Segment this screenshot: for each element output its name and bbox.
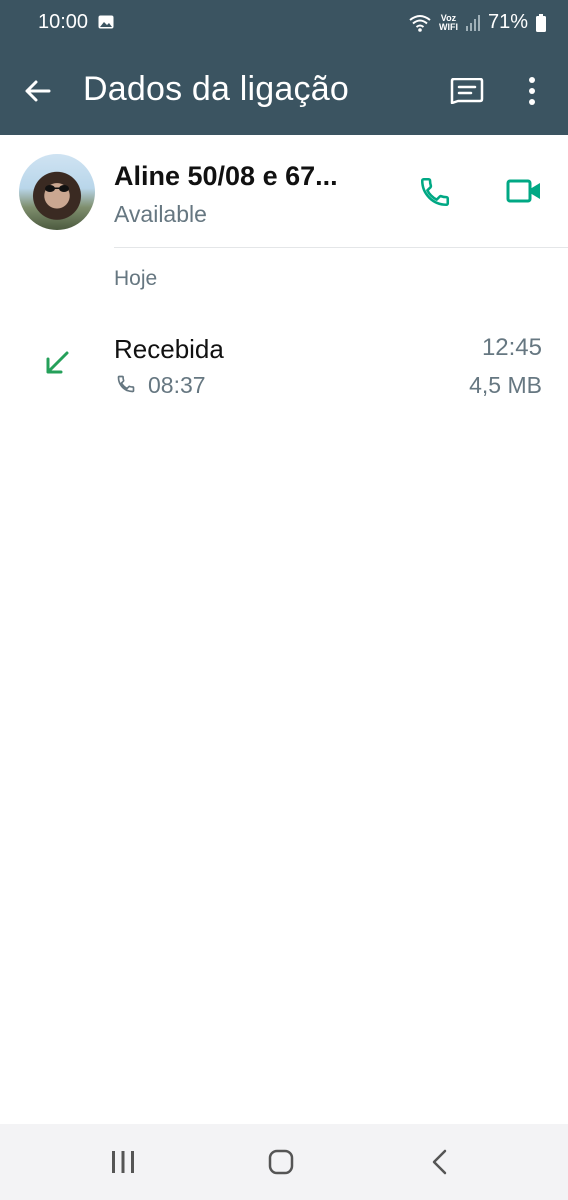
home-icon[interactable] [268,1149,294,1175]
volte-indicator: Voz WIFI [438,13,458,32]
app-bar: Dados da ligação [0,46,568,135]
signal-icon [465,14,480,31]
contact-name: Aline 50/08 e 67... [114,161,338,191]
status-time: 10:00 [38,11,89,33]
call-duration: 08:37 [148,372,206,398]
phone-small-icon [117,375,135,393]
volte-wifi: WIFI [438,21,458,32]
call-data-size: 4,5 MB [469,372,542,398]
status-right: Voz WIFI 71% [409,11,546,34]
avatar-photo-detail [45,185,69,192]
wifi-icon [409,14,431,32]
phone-icon[interactable] [418,175,452,209]
section-header-today: Hoje [114,267,158,290]
call-time: 12:45 [481,334,542,361]
back-icon[interactable] [430,1149,450,1175]
call-log-entry: Recebida 08:37 12:45 4,5 MB [0,320,568,410]
system-navigation-bar [0,1124,568,1200]
message-icon[interactable] [450,78,484,104]
page-title: Dados da ligação [83,70,349,108]
call-type: Recebida [114,334,224,364]
incoming-arrow-icon [46,351,69,374]
avatar[interactable] [19,154,95,230]
status-bar: 10:00 Voz WIFI 71% [0,0,568,46]
arrow-left-icon[interactable] [22,76,52,106]
battery-percent: 71% [487,11,528,33]
more-vertical-icon[interactable] [524,76,540,106]
battery-icon [536,13,546,32]
video-icon[interactable] [506,177,542,205]
contact-status: Available [114,201,207,227]
divider [114,247,568,248]
gallery-notification-icon [98,15,114,29]
recents-icon[interactable] [110,1150,136,1174]
contact-row[interactable]: Aline 50/08 e 67... Available [0,135,568,248]
